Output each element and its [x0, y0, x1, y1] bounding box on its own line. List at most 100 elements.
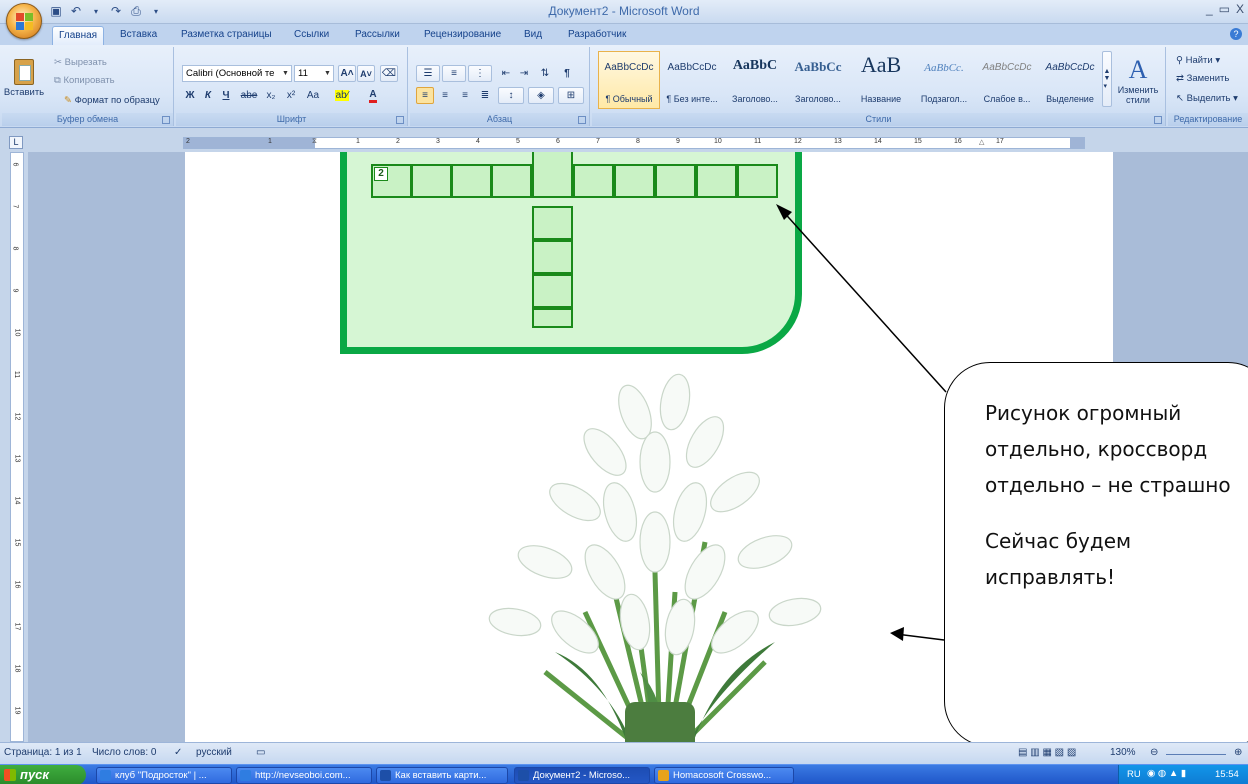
tab-view[interactable]: Вид: [518, 26, 548, 45]
borders-icon[interactable]: ⊞: [558, 87, 584, 104]
style-name: Заголово...: [732, 94, 778, 104]
zoom-out-icon[interactable]: ⊖: [1150, 747, 1158, 758]
clock[interactable]: 15:54: [1215, 769, 1239, 780]
tab-mailings[interactable]: Рассылки: [349, 26, 406, 45]
callout-line: отдельно, кроссворд: [985, 437, 1208, 461]
justify-icon[interactable]: ≣: [476, 87, 494, 104]
multilevel-list-icon[interactable]: ⋮: [468, 65, 492, 82]
font-size-select[interactable]: 11 ▼: [294, 65, 334, 82]
superscript-button[interactable]: x²: [282, 87, 300, 104]
copy-button[interactable]: ⧉ Копировать: [54, 75, 115, 86]
styles-scroll-icon[interactable]: ▲ ▼ ▾: [1102, 51, 1112, 107]
clipboard-icon: [14, 58, 34, 85]
numbering-icon[interactable]: ≡: [442, 65, 466, 82]
tab-developer[interactable]: Разработчик: [562, 26, 632, 45]
window-controls: _ ▭ X: [1206, 2, 1244, 16]
subscript-button[interactable]: x₂: [262, 87, 280, 104]
style-subtitle[interactable]: AaBbCc. Подзагол...: [913, 51, 975, 109]
sort-icon[interactable]: ⇅: [536, 65, 554, 82]
font-color-button[interactable]: A: [360, 87, 386, 104]
ruler-number: 9: [11, 288, 19, 293]
style-subtle-emphasis[interactable]: AaBbCcDc Слабое в...: [976, 51, 1038, 109]
indent-marker-icon[interactable]: ⧖: [312, 138, 317, 146]
underline-button[interactable]: Ч: [218, 87, 234, 104]
tab-references[interactable]: Ссылки: [288, 26, 335, 45]
office-button[interactable]: [6, 3, 42, 39]
font-name-select[interactable]: Calibri (Основной те ▼: [182, 65, 292, 82]
zoom-level[interactable]: 130%: [1110, 747, 1136, 758]
paste-button[interactable]: Вставить: [4, 51, 44, 105]
chevron-down-icon: ▼: [282, 70, 289, 77]
strikethrough-button[interactable]: abe: [238, 87, 260, 104]
styles-launcher-icon[interactable]: [1154, 116, 1162, 124]
close-button[interactable]: X: [1236, 2, 1244, 16]
tab-selector[interactable]: L: [9, 136, 23, 149]
shading-icon[interactable]: ◈: [528, 87, 554, 104]
decrease-indent-icon[interactable]: ⇤: [498, 65, 514, 82]
callout-bubble[interactable]: Рисунок огромный отдельно, кроссворд отд…: [944, 362, 1248, 747]
restore-button[interactable]: ▭: [1219, 2, 1230, 16]
zoom-slider[interactable]: [1166, 754, 1226, 755]
font-size-value: 11: [298, 68, 308, 79]
minimize-button[interactable]: _: [1206, 2, 1213, 16]
taskbar-item[interactable]: Homacosoft Crosswo...: [654, 767, 794, 784]
horizontal-ruler[interactable]: 2 1 ⧖ 1 2 3 4 5 6 7 8 9 10 11 12 13 14 1…: [183, 137, 1085, 149]
tab-insert[interactable]: Вставка: [114, 26, 163, 45]
word-count[interactable]: Число слов: 0: [92, 747, 156, 758]
style-emphasis[interactable]: AaBbCcDc Выделение: [1039, 51, 1101, 109]
help-icon[interactable]: ?: [1230, 28, 1242, 40]
style-normal[interactable]: AaBbCcDc ¶ Обычный: [598, 51, 660, 109]
paragraph-launcher-icon[interactable]: [578, 116, 586, 124]
align-left-icon[interactable]: ≡: [416, 87, 434, 104]
start-button[interactable]: пуск: [0, 765, 86, 784]
align-center-icon[interactable]: ≡: [436, 87, 454, 104]
format-painter-button[interactable]: ✎ Формат по образцу: [64, 95, 160, 106]
bold-button[interactable]: Ж: [182, 87, 198, 104]
zoom-in-icon[interactable]: ⊕: [1234, 747, 1242, 758]
right-indent-marker-icon[interactable]: △: [979, 138, 984, 146]
select-button[interactable]: ↖ Выделить ▾: [1176, 93, 1238, 104]
tab-review[interactable]: Рецензирование: [418, 26, 507, 45]
taskbar-item[interactable]: http://nevseoboi.com...: [236, 767, 372, 784]
style-heading-1[interactable]: AaBbC Заголово...: [724, 51, 786, 109]
view-buttons[interactable]: ▤ ▥ ▦ ▧ ▨: [1018, 747, 1076, 758]
taskbar-item[interactable]: клуб "Подросток" | ...: [96, 767, 232, 784]
line-spacing-icon[interactable]: ↕: [498, 87, 524, 104]
change-case-button[interactable]: Aa: [302, 87, 324, 104]
style-heading-2[interactable]: AaBbCc Заголово...: [787, 51, 849, 109]
taskbar-item[interactable]: Документ2 - Microso...: [514, 767, 650, 784]
tab-home[interactable]: Главная: [52, 26, 105, 45]
language-indicator[interactable]: русский: [196, 747, 232, 758]
taskbar-item[interactable]: Как вставить карти...: [376, 767, 508, 784]
change-styles-button[interactable]: A Изменить стили: [1114, 51, 1162, 109]
tray-icons[interactable]: ◉ ◍ ▲ ▮: [1147, 768, 1186, 779]
taskbar-item-label: http://nevseoboi.com...: [255, 770, 351, 781]
language-bar[interactable]: RU: [1127, 769, 1141, 780]
macro-record-icon[interactable]: ▭: [256, 747, 265, 758]
italic-button[interactable]: К: [200, 87, 216, 104]
replace-label: Заменить: [1186, 73, 1230, 84]
show-marks-icon[interactable]: ¶: [558, 65, 576, 82]
spellcheck-icon[interactable]: ✓: [174, 747, 182, 758]
style-title[interactable]: AaB Название: [850, 51, 912, 109]
ribbon: Вставить ✂ Вырезать ⧉ Копировать ✎ Форма…: [0, 45, 1248, 128]
find-button[interactable]: ⚲ Найти ▾: [1176, 55, 1220, 66]
callout-line: Рисунок огромный: [985, 401, 1182, 425]
highlight-button[interactable]: ab⁄: [328, 87, 356, 104]
tab-page-layout[interactable]: Разметка страницы: [175, 26, 278, 45]
shrink-font-button[interactable]: A˅: [357, 65, 375, 82]
align-right-icon[interactable]: ≡: [456, 87, 474, 104]
windows-logo-icon: [4, 769, 16, 781]
increase-indent-icon[interactable]: ⇥: [516, 65, 532, 82]
clipboard-launcher-icon[interactable]: [162, 116, 170, 124]
ruler-number: 5: [516, 138, 520, 145]
replace-button[interactable]: ⇄ Заменить: [1176, 73, 1229, 84]
cut-button[interactable]: ✂ Вырезать: [54, 57, 107, 68]
clear-formatting-icon[interactable]: ⌫: [380, 65, 398, 82]
bullets-icon[interactable]: ☰: [416, 65, 440, 82]
font-launcher-icon[interactable]: [396, 116, 404, 124]
page-count[interactable]: Страница: 1 из 1: [4, 747, 82, 758]
vertical-ruler[interactable]: 6 7 8 9 10 11 12 13 14 15 16 17 18 19: [10, 152, 24, 742]
style-no-spacing[interactable]: AaBbCcDc ¶ Без инте...: [661, 51, 723, 109]
grow-font-button[interactable]: A˄: [338, 65, 356, 82]
